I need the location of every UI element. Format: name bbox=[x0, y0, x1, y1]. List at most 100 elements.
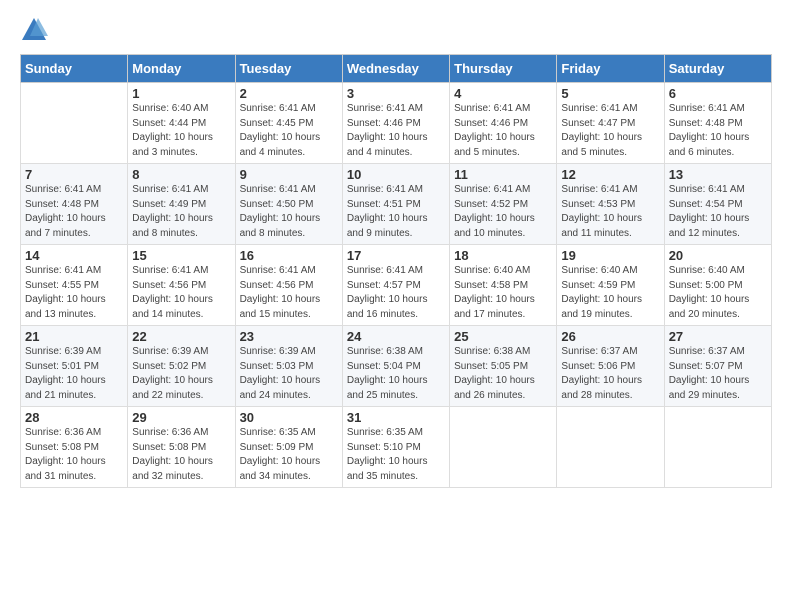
day-info: Sunrise: 6:41 AM Sunset: 4:46 PM Dayligh… bbox=[347, 102, 445, 160]
day-info: Sunrise: 6:41 AM Sunset: 4:55 PM Dayligh… bbox=[25, 264, 123, 322]
day-info: Sunrise: 6:41 AM Sunset: 4:48 PM Dayligh… bbox=[669, 102, 767, 160]
day-info: Sunrise: 6:37 AM Sunset: 5:07 PM Dayligh… bbox=[669, 345, 767, 403]
day-info: Sunrise: 6:39 AM Sunset: 5:01 PM Dayligh… bbox=[25, 345, 123, 403]
day-number: 27 bbox=[669, 329, 767, 344]
day-cell bbox=[21, 83, 128, 164]
day-cell: 19Sunrise: 6:40 AM Sunset: 4:59 PM Dayli… bbox=[557, 245, 664, 326]
week-row-5: 28Sunrise: 6:36 AM Sunset: 5:08 PM Dayli… bbox=[21, 407, 772, 488]
day-number: 13 bbox=[669, 167, 767, 182]
day-number: 20 bbox=[669, 248, 767, 263]
day-number: 5 bbox=[561, 86, 659, 101]
week-row-2: 7Sunrise: 6:41 AM Sunset: 4:48 PM Daylig… bbox=[21, 164, 772, 245]
day-number: 1 bbox=[132, 86, 230, 101]
day-cell: 20Sunrise: 6:40 AM Sunset: 5:00 PM Dayli… bbox=[664, 245, 771, 326]
day-number: 21 bbox=[25, 329, 123, 344]
day-info: Sunrise: 6:41 AM Sunset: 4:56 PM Dayligh… bbox=[132, 264, 230, 322]
week-row-1: 1Sunrise: 6:40 AM Sunset: 4:44 PM Daylig… bbox=[21, 83, 772, 164]
day-cell: 27Sunrise: 6:37 AM Sunset: 5:07 PM Dayli… bbox=[664, 326, 771, 407]
day-number: 25 bbox=[454, 329, 552, 344]
day-cell: 17Sunrise: 6:41 AM Sunset: 4:57 PM Dayli… bbox=[342, 245, 449, 326]
page: SundayMondayTuesdayWednesdayThursdayFrid… bbox=[0, 0, 792, 612]
day-number: 19 bbox=[561, 248, 659, 263]
header-cell-saturday: Saturday bbox=[664, 55, 771, 83]
day-info: Sunrise: 6:35 AM Sunset: 5:09 PM Dayligh… bbox=[240, 426, 338, 484]
header-row: SundayMondayTuesdayWednesdayThursdayFrid… bbox=[21, 55, 772, 83]
day-info: Sunrise: 6:41 AM Sunset: 4:57 PM Dayligh… bbox=[347, 264, 445, 322]
day-info: Sunrise: 6:41 AM Sunset: 4:45 PM Dayligh… bbox=[240, 102, 338, 160]
header-cell-monday: Monday bbox=[128, 55, 235, 83]
day-info: Sunrise: 6:41 AM Sunset: 4:46 PM Dayligh… bbox=[454, 102, 552, 160]
day-number: 26 bbox=[561, 329, 659, 344]
day-info: Sunrise: 6:36 AM Sunset: 5:08 PM Dayligh… bbox=[132, 426, 230, 484]
day-cell: 16Sunrise: 6:41 AM Sunset: 4:56 PM Dayli… bbox=[235, 245, 342, 326]
day-number: 7 bbox=[25, 167, 123, 182]
day-info: Sunrise: 6:41 AM Sunset: 4:51 PM Dayligh… bbox=[347, 183, 445, 241]
day-info: Sunrise: 6:41 AM Sunset: 4:53 PM Dayligh… bbox=[561, 183, 659, 241]
week-row-4: 21Sunrise: 6:39 AM Sunset: 5:01 PM Dayli… bbox=[21, 326, 772, 407]
logo-icon bbox=[20, 16, 48, 44]
day-number: 28 bbox=[25, 410, 123, 425]
day-number: 11 bbox=[454, 167, 552, 182]
day-number: 12 bbox=[561, 167, 659, 182]
day-number: 22 bbox=[132, 329, 230, 344]
day-number: 8 bbox=[132, 167, 230, 182]
day-number: 16 bbox=[240, 248, 338, 263]
day-cell: 15Sunrise: 6:41 AM Sunset: 4:56 PM Dayli… bbox=[128, 245, 235, 326]
day-cell: 29Sunrise: 6:36 AM Sunset: 5:08 PM Dayli… bbox=[128, 407, 235, 488]
day-cell: 21Sunrise: 6:39 AM Sunset: 5:01 PM Dayli… bbox=[21, 326, 128, 407]
header-cell-wednesday: Wednesday bbox=[342, 55, 449, 83]
day-number: 24 bbox=[347, 329, 445, 344]
day-cell: 9Sunrise: 6:41 AM Sunset: 4:50 PM Daylig… bbox=[235, 164, 342, 245]
day-info: Sunrise: 6:40 AM Sunset: 4:44 PM Dayligh… bbox=[132, 102, 230, 160]
day-cell: 4Sunrise: 6:41 AM Sunset: 4:46 PM Daylig… bbox=[450, 83, 557, 164]
day-info: Sunrise: 6:40 AM Sunset: 5:00 PM Dayligh… bbox=[669, 264, 767, 322]
day-info: Sunrise: 6:41 AM Sunset: 4:48 PM Dayligh… bbox=[25, 183, 123, 241]
day-cell: 7Sunrise: 6:41 AM Sunset: 4:48 PM Daylig… bbox=[21, 164, 128, 245]
day-cell bbox=[450, 407, 557, 488]
day-cell: 14Sunrise: 6:41 AM Sunset: 4:55 PM Dayli… bbox=[21, 245, 128, 326]
day-number: 6 bbox=[669, 86, 767, 101]
day-number: 14 bbox=[25, 248, 123, 263]
day-info: Sunrise: 6:38 AM Sunset: 5:04 PM Dayligh… bbox=[347, 345, 445, 403]
logo bbox=[20, 16, 52, 44]
day-cell: 13Sunrise: 6:41 AM Sunset: 4:54 PM Dayli… bbox=[664, 164, 771, 245]
day-info: Sunrise: 6:41 AM Sunset: 4:49 PM Dayligh… bbox=[132, 183, 230, 241]
day-cell bbox=[664, 407, 771, 488]
day-number: 30 bbox=[240, 410, 338, 425]
day-info: Sunrise: 6:39 AM Sunset: 5:03 PM Dayligh… bbox=[240, 345, 338, 403]
day-cell: 2Sunrise: 6:41 AM Sunset: 4:45 PM Daylig… bbox=[235, 83, 342, 164]
day-info: Sunrise: 6:41 AM Sunset: 4:56 PM Dayligh… bbox=[240, 264, 338, 322]
header-cell-friday: Friday bbox=[557, 55, 664, 83]
day-number: 3 bbox=[347, 86, 445, 101]
day-info: Sunrise: 6:36 AM Sunset: 5:08 PM Dayligh… bbox=[25, 426, 123, 484]
day-cell: 5Sunrise: 6:41 AM Sunset: 4:47 PM Daylig… bbox=[557, 83, 664, 164]
day-cell bbox=[557, 407, 664, 488]
day-number: 10 bbox=[347, 167, 445, 182]
day-cell: 10Sunrise: 6:41 AM Sunset: 4:51 PM Dayli… bbox=[342, 164, 449, 245]
header-cell-sunday: Sunday bbox=[21, 55, 128, 83]
day-info: Sunrise: 6:38 AM Sunset: 5:05 PM Dayligh… bbox=[454, 345, 552, 403]
day-number: 17 bbox=[347, 248, 445, 263]
day-cell: 1Sunrise: 6:40 AM Sunset: 4:44 PM Daylig… bbox=[128, 83, 235, 164]
day-cell: 26Sunrise: 6:37 AM Sunset: 5:06 PM Dayli… bbox=[557, 326, 664, 407]
day-cell: 8Sunrise: 6:41 AM Sunset: 4:49 PM Daylig… bbox=[128, 164, 235, 245]
day-info: Sunrise: 6:41 AM Sunset: 4:54 PM Dayligh… bbox=[669, 183, 767, 241]
day-cell: 11Sunrise: 6:41 AM Sunset: 4:52 PM Dayli… bbox=[450, 164, 557, 245]
day-info: Sunrise: 6:41 AM Sunset: 4:50 PM Dayligh… bbox=[240, 183, 338, 241]
day-cell: 24Sunrise: 6:38 AM Sunset: 5:04 PM Dayli… bbox=[342, 326, 449, 407]
day-cell: 31Sunrise: 6:35 AM Sunset: 5:10 PM Dayli… bbox=[342, 407, 449, 488]
day-cell: 3Sunrise: 6:41 AM Sunset: 4:46 PM Daylig… bbox=[342, 83, 449, 164]
day-cell: 12Sunrise: 6:41 AM Sunset: 4:53 PM Dayli… bbox=[557, 164, 664, 245]
day-info: Sunrise: 6:35 AM Sunset: 5:10 PM Dayligh… bbox=[347, 426, 445, 484]
day-number: 29 bbox=[132, 410, 230, 425]
day-number: 31 bbox=[347, 410, 445, 425]
day-number: 2 bbox=[240, 86, 338, 101]
calendar-table: SundayMondayTuesdayWednesdayThursdayFrid… bbox=[20, 54, 772, 488]
day-cell: 25Sunrise: 6:38 AM Sunset: 5:05 PM Dayli… bbox=[450, 326, 557, 407]
day-info: Sunrise: 6:41 AM Sunset: 4:47 PM Dayligh… bbox=[561, 102, 659, 160]
day-cell: 23Sunrise: 6:39 AM Sunset: 5:03 PM Dayli… bbox=[235, 326, 342, 407]
day-number: 4 bbox=[454, 86, 552, 101]
day-number: 18 bbox=[454, 248, 552, 263]
header-cell-tuesday: Tuesday bbox=[235, 55, 342, 83]
day-info: Sunrise: 6:39 AM Sunset: 5:02 PM Dayligh… bbox=[132, 345, 230, 403]
